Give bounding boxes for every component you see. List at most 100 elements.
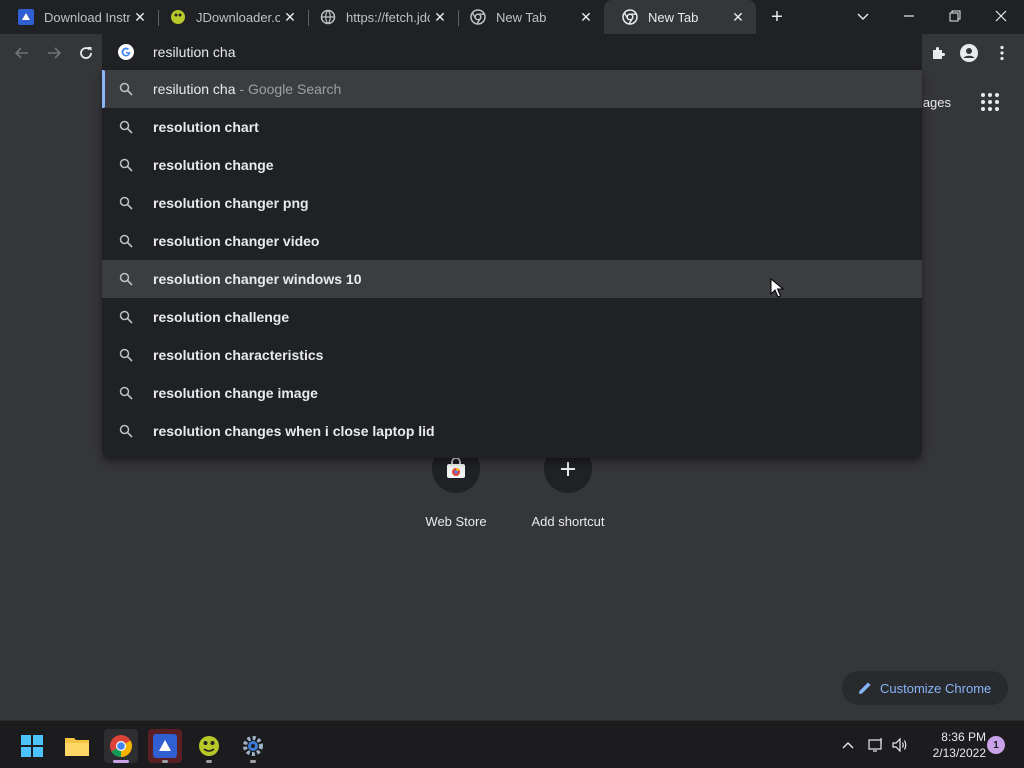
suggestion-item[interactable]: resolution chart: [102, 108, 922, 146]
tab-strip: Download Instr ✕ JDownloader.or ✕ https:…: [0, 0, 1024, 34]
clock-date: 2/13/2022: [932, 746, 986, 760]
suggestion-completion: nger windows 10: [248, 271, 362, 287]
tab-title: Download Instr: [44, 9, 130, 25]
tab-jdownloader[interactable]: JDownloader.or ✕: [152, 0, 308, 34]
start-button[interactable]: [15, 729, 49, 763]
suggestion-item[interactable]: resolution change image: [102, 374, 922, 412]
taskbar-settings[interactable]: [236, 729, 270, 763]
suggestion-typed: resolution cha: [153, 347, 249, 363]
chrome-icon: [110, 735, 132, 757]
folder-icon: [65, 738, 89, 756]
notification-badge[interactable]: 1: [987, 736, 1005, 754]
suggestion-typed: resolution cha: [153, 385, 249, 401]
suggestion-item[interactable]: resolution change: [102, 146, 922, 184]
minimize-button[interactable]: [886, 0, 932, 32]
suggestion-completion: racteristics: [248, 347, 324, 363]
tab-fetch-jdc[interactable]: https://fetch.jdc ✕: [302, 0, 458, 34]
profile-button[interactable]: [957, 41, 981, 65]
suggestion-typed: resilution cha: [153, 81, 236, 97]
suggestion-completion: nger video: [248, 233, 320, 249]
restore-button[interactable]: [932, 0, 978, 32]
taskbar: 8:36 PM 2/13/2022: [0, 720, 1024, 768]
shortcut-label: Add shortcut: [531, 514, 605, 529]
suggestion-suffix: - Google Search: [235, 81, 342, 97]
new-tab-button[interactable]: +: [765, 5, 789, 29]
close-icon[interactable]: ✕: [576, 7, 596, 27]
close-icon[interactable]: ✕: [280, 7, 300, 27]
tab-title: New Tab: [648, 9, 699, 25]
more-vert-icon: [1000, 45, 1004, 61]
taskbar-chrome[interactable]: [104, 729, 138, 763]
show-hidden-icons-button[interactable]: [838, 735, 858, 755]
tab-new-tab-active[interactable]: New Tab ✕: [604, 0, 756, 34]
omnibox-input[interactable]: [153, 34, 853, 70]
tab-new-tab[interactable]: New Tab ✕: [452, 0, 604, 34]
forward-button[interactable]: [40, 39, 68, 67]
tab-title: https://fetch.jdc: [346, 9, 430, 25]
close-icon[interactable]: ✕: [430, 7, 450, 27]
puzzle-icon: [933, 47, 945, 59]
minimize-icon: [904, 15, 914, 17]
suggestion-item[interactable]: resolution changer video: [102, 222, 922, 260]
search-icon: [119, 82, 133, 96]
suggestion-completion: nges when i close laptop lid: [248, 423, 435, 439]
network-icon[interactable]: [866, 735, 886, 755]
taskbar-jdownloader-frog[interactable]: [192, 729, 226, 763]
mouse-cursor-icon: [770, 277, 785, 303]
clock[interactable]: 8:36 PM 2/13/2022: [916, 729, 986, 761]
search-icon: [119, 158, 133, 172]
tab-search-button[interactable]: [840, 0, 886, 32]
tab-download-instructions[interactable]: Download Instr ✕: [0, 0, 158, 34]
search-icon: [119, 348, 133, 362]
tab-title: JDownloader.or: [196, 9, 280, 25]
apps-grid-icon[interactable]: [980, 92, 1000, 112]
back-arrow-icon: [14, 47, 28, 59]
running-indicator: [250, 760, 256, 763]
suggestion-completion: rt: [248, 119, 259, 135]
suggestion-typed: resolution cha: [153, 195, 249, 211]
tab-title: New Tab: [496, 9, 547, 25]
reload-button[interactable]: [72, 39, 100, 67]
extensions-button[interactable]: [926, 41, 950, 65]
search-icon: [119, 234, 133, 248]
suggestion-typed: resolution cha: [153, 423, 249, 439]
suggestion-item[interactable]: resolution changer png: [102, 184, 922, 222]
search-icon: [119, 272, 133, 286]
suggestion-item[interactable]: resilution cha - Google Search: [102, 70, 922, 108]
close-window-button[interactable]: [978, 0, 1024, 32]
suggestion-typed: resolution cha: [153, 119, 249, 135]
jdownloader-frog-icon: [199, 736, 219, 756]
volume-icon[interactable]: [890, 735, 910, 755]
customize-chrome-button[interactable]: Customize Chrome: [842, 671, 1008, 705]
jdownloader-icon: [153, 734, 177, 758]
gear-icon: [243, 736, 263, 756]
back-button[interactable]: [8, 39, 36, 67]
customize-label: Customize Chrome: [880, 680, 992, 696]
active-indicator: [113, 760, 129, 763]
menu-button[interactable]: [990, 41, 1014, 65]
chrome-icon: [622, 9, 638, 25]
windows-logo-icon: [21, 735, 43, 757]
omnibox[interactable]: [102, 34, 922, 70]
suggestion-typed: resolution cha: [153, 157, 249, 173]
pencil-icon: [859, 682, 871, 694]
suggestion-typed: resolution cha: [153, 233, 249, 249]
suggestion-item[interactable]: resolution changes when i close laptop l…: [102, 412, 922, 450]
suggestion-item[interactable]: resolution challenge: [102, 298, 922, 336]
restore-icon: [949, 10, 961, 22]
taskbar-jdownloader[interactable]: [148, 729, 182, 763]
close-icon[interactable]: ✕: [130, 7, 150, 27]
suggestion-completion: nger png: [248, 195, 309, 211]
clock-time: 8:36 PM: [941, 730, 986, 744]
taskbar-file-explorer[interactable]: [60, 729, 94, 763]
globe-icon: [320, 9, 336, 25]
close-icon[interactable]: ✕: [728, 7, 748, 27]
suggestion-completion: llenge: [248, 309, 290, 325]
chevron-up-icon: [842, 742, 854, 749]
suggestion-item[interactable]: resolution characteristics: [102, 336, 922, 374]
suggestion-item-hovered[interactable]: resolution changer windows 10: [102, 260, 922, 298]
reload-icon: [80, 47, 92, 59]
running-indicator: [206, 760, 212, 763]
omnibox-suggestions-dropdown: resilution cha - Google Search resolutio…: [102, 70, 922, 458]
suggestion-completion: nge: [248, 157, 274, 173]
